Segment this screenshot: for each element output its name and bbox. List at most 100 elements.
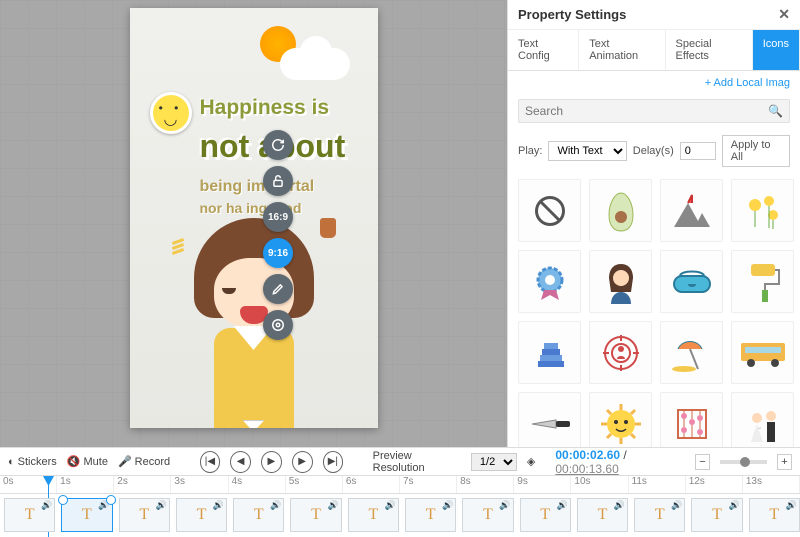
sound-icon: 🔊 bbox=[213, 500, 224, 511]
timeline-clip[interactable]: 🔊T bbox=[749, 498, 800, 532]
skip-start-button[interactable]: |◀ bbox=[200, 451, 221, 473]
play-mode-select[interactable]: With Text bbox=[548, 141, 626, 161]
icon-woman[interactable] bbox=[589, 250, 652, 313]
ruler-tick: 9s bbox=[514, 476, 571, 493]
icon-avocado[interactable] bbox=[589, 179, 652, 242]
stickers-toggle[interactable]: ◐ Stickers bbox=[8, 456, 57, 468]
ruler-tick: 2s bbox=[114, 476, 171, 493]
edit-button[interactable] bbox=[263, 274, 293, 304]
zoom-in-button[interactable]: + bbox=[777, 454, 792, 470]
icon-flag-mountain[interactable] bbox=[660, 179, 723, 242]
prev-button[interactable]: ◀ bbox=[230, 451, 251, 473]
icon-badge[interactable] bbox=[518, 250, 581, 313]
resolution-select[interactable]: 1/2 bbox=[471, 453, 517, 471]
sound-icon: 🔊 bbox=[98, 500, 109, 511]
apply-all-button[interactable]: Apply to All bbox=[722, 135, 790, 167]
zoom-slider[interactable] bbox=[720, 460, 767, 464]
girl-character[interactable] bbox=[164, 218, 344, 428]
icon-sun-face[interactable] bbox=[589, 392, 652, 447]
delay-input[interactable] bbox=[680, 142, 716, 160]
settings-button[interactable] bbox=[263, 310, 293, 340]
next-button[interactable]: ▶ bbox=[292, 451, 313, 473]
ruler-tick: 12s bbox=[686, 476, 743, 493]
timeline-clip[interactable]: 🔊T bbox=[233, 498, 284, 532]
sound-icon: 🔊 bbox=[728, 500, 739, 511]
portrait-canvas[interactable]: Happiness is not about being immortal no… bbox=[130, 8, 378, 428]
ruler-tick: 10s bbox=[571, 476, 628, 493]
timeline-clip[interactable]: 🔊T bbox=[290, 498, 341, 532]
lock-button[interactable] bbox=[263, 166, 293, 196]
ruler-tick: 1s bbox=[57, 476, 114, 493]
icon-library[interactable] bbox=[508, 175, 800, 447]
timeline-clip[interactable]: 🔊T bbox=[462, 498, 513, 532]
sound-icon: 🔊 bbox=[41, 500, 52, 511]
mute-toggle[interactable]: 🔇 Mute bbox=[67, 455, 108, 468]
timeline-clip[interactable]: 🔊T bbox=[520, 498, 571, 532]
skip-end-button[interactable]: ▶| bbox=[323, 451, 344, 473]
icon-wedding[interactable] bbox=[731, 392, 794, 447]
sound-icon: 🔊 bbox=[156, 500, 167, 511]
ruler-tick: 7s bbox=[400, 476, 457, 493]
search-box[interactable]: 🔍 bbox=[518, 99, 790, 123]
bottom-toolbar: ◐ Stickers 🔇 Mute 🎤 Record |◀ ◀ ▶ ▶ ▶| P… bbox=[0, 447, 800, 475]
timeline-clip[interactable]: 🔊T bbox=[405, 498, 456, 532]
add-local-image[interactable]: + Add Local Imag bbox=[508, 71, 800, 95]
timeline-ruler[interactable]: 0s1s2s3s4s5s6s7s8s9s10s11s12s13s bbox=[0, 476, 800, 494]
icon-paint-roller[interactable] bbox=[731, 250, 794, 313]
ruler-tick: 3s bbox=[171, 476, 228, 493]
time-display: 00:00:02.60 / 00:00:13.60 bbox=[555, 448, 685, 476]
tab-icons[interactable]: Icons bbox=[753, 30, 800, 70]
ruler-tick: 11s bbox=[629, 476, 686, 493]
tab-special-effects[interactable]: Special Effects bbox=[666, 30, 753, 70]
icon-target-person[interactable] bbox=[589, 321, 652, 384]
record-button[interactable]: 🎤 Record bbox=[118, 455, 170, 468]
timeline-clip[interactable]: 🔊T bbox=[119, 498, 170, 532]
icon-beach-umbrella[interactable] bbox=[660, 321, 723, 384]
timeline-clip[interactable]: 🔊T bbox=[348, 498, 399, 532]
ruler-tick: 6s bbox=[343, 476, 400, 493]
icon-bus[interactable] bbox=[731, 321, 794, 384]
icon-knife[interactable] bbox=[518, 392, 581, 447]
play-button[interactable]: ▶ bbox=[261, 451, 282, 473]
sound-icon: 🔊 bbox=[786, 500, 797, 511]
search-input[interactable] bbox=[525, 104, 768, 118]
timeline-clip[interactable]: 🔊T bbox=[61, 498, 112, 532]
sound-icon: 🔊 bbox=[327, 500, 338, 511]
cloud-graphic bbox=[280, 48, 350, 80]
tab-text-config[interactable]: Text Config bbox=[508, 30, 579, 70]
sound-icon: 🔊 bbox=[499, 500, 510, 511]
ruler-tick: 4s bbox=[229, 476, 286, 493]
text-line-1[interactable]: Happiness is bbox=[200, 96, 330, 120]
refresh-button[interactable] bbox=[263, 130, 293, 160]
ruler-tick: 8s bbox=[457, 476, 514, 493]
timeline-clip[interactable]: 🔊T bbox=[691, 498, 742, 532]
tab-text-animation[interactable]: Text Animation bbox=[579, 30, 665, 70]
close-icon[interactable]: ✕ bbox=[778, 6, 790, 23]
timeline[interactable]: 0s1s2s3s4s5s6s7s8s9s10s11s12s13s 🔊T🔊T🔊T🔊… bbox=[0, 475, 800, 537]
aspect-9-16-button[interactable]: 9:16 bbox=[263, 238, 293, 268]
search-icon[interactable]: 🔍 bbox=[768, 104, 783, 118]
timeline-clip[interactable]: 🔊T bbox=[577, 498, 628, 532]
sound-icon: 🔊 bbox=[557, 500, 568, 511]
timeline-clip[interactable]: 🔊T bbox=[634, 498, 685, 532]
icon-dandelion[interactable] bbox=[731, 179, 794, 242]
delay-label: Delay(s) bbox=[633, 145, 674, 157]
canvas-area[interactable]: Happiness is not about being immortal no… bbox=[0, 0, 507, 447]
panel-tabs: Text ConfigText AnimationSpecial Effects… bbox=[508, 30, 800, 71]
icon-goggles[interactable] bbox=[660, 250, 723, 313]
sound-icon: 🔊 bbox=[671, 500, 682, 511]
timeline-clip[interactable]: 🔊T bbox=[4, 498, 55, 532]
sound-icon: 🔊 bbox=[385, 500, 396, 511]
sound-icon: 🔊 bbox=[270, 500, 281, 511]
resolution-label: Preview Resolution bbox=[373, 450, 461, 474]
icon-abacus[interactable] bbox=[660, 392, 723, 447]
text-line-3[interactable]: being immortal bbox=[200, 178, 315, 196]
icon-books[interactable] bbox=[518, 321, 581, 384]
icon-forbidden[interactable] bbox=[518, 179, 581, 242]
aspect-16-9-button[interactable]: 16:9 bbox=[263, 202, 293, 232]
timeline-clip[interactable]: 🔊T bbox=[176, 498, 227, 532]
smiley-icon bbox=[150, 92, 192, 134]
zoom-out-button[interactable]: − bbox=[695, 454, 710, 470]
timeline-track[interactable]: 🔊T🔊T🔊T🔊T🔊T🔊T🔊T🔊T🔊T🔊T🔊T🔊T🔊T🔊T bbox=[0, 496, 800, 534]
layers-icon[interactable]: ◈ bbox=[527, 455, 535, 468]
